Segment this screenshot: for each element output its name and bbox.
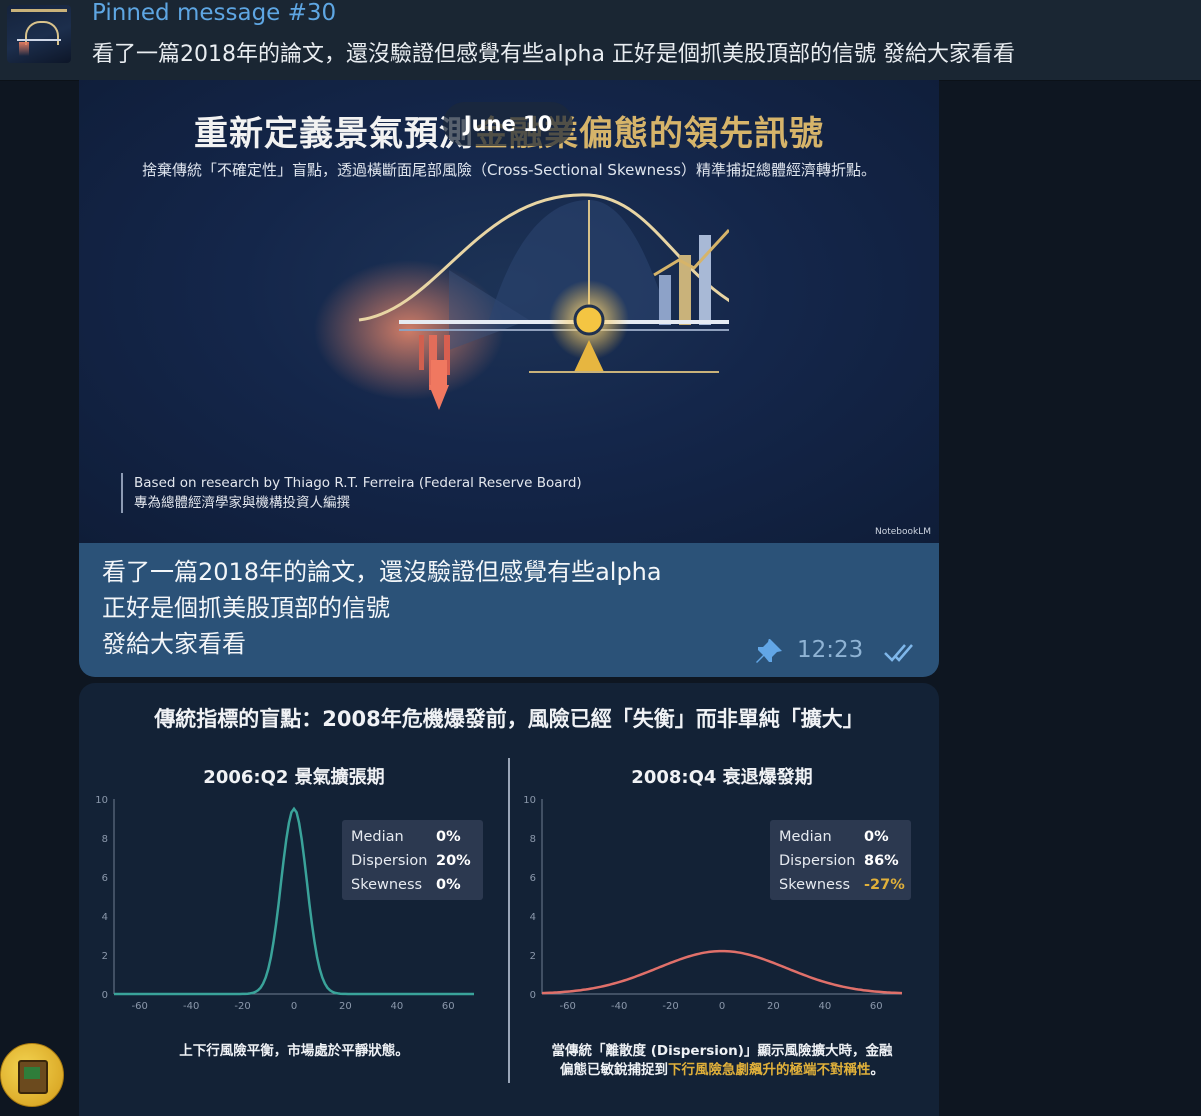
message-meta: 12:23 (755, 637, 925, 667)
stat-label: Median (779, 829, 832, 845)
panel-heading: 2008:Q4 衰退爆發期 (631, 766, 812, 788)
y-tick-label: 2 (530, 951, 536, 962)
y-tick-label: 10 (95, 795, 108, 806)
bell-curve-illustration (314, 193, 729, 410)
y-tick-label: 4 (102, 912, 108, 923)
stat-label: Median (351, 829, 404, 845)
panel-heading: 2006:Q2 景氣擴張期 (203, 766, 384, 788)
panel-note-2: 偏態已敏銳捕捉到下行風險急劇飆升的極端不對稱性。 (560, 1061, 884, 1078)
y-tick-label: 6 (530, 873, 536, 884)
distribution-charts: 2006:Q2 景氣擴張期0246810-60 -40 -20 0 20 40 60Medi… (95, 758, 911, 1083)
y-tick-label: 2 (102, 951, 108, 962)
pinned-message-bar[interactable]: Pinned message #30 看了一篇2018年的論文，還沒驗證但感覺有… (0, 0, 1201, 81)
x-tick-label: -40 (611, 1001, 627, 1012)
credit-line-2: 專為總體經濟學家與機構投資人編撰 (134, 495, 350, 511)
message-time: 12:23 (797, 637, 864, 663)
caption-line: 發給大家看看 (102, 630, 246, 658)
user-avatar[interactable] (0, 1043, 64, 1107)
x-tick-label: 40 (390, 1001, 403, 1012)
y-tick-label: 0 (530, 990, 536, 1001)
second-slide-image[interactable]: 傳統指標的盲點：2008年危機爆發前，風險已經「失衡」而非單純「擴大」 2006… (79, 683, 939, 1116)
slide2-title: 傳統指標的盲點：2008年危機爆發前，風險已經「失衡」而非單純「擴大」 (154, 707, 864, 731)
stat-value: 0% (436, 877, 461, 893)
y-tick-label: 6 (102, 873, 108, 884)
slide-subtitle: 捨棄傳統「不確定性」盲點，透過橫斷面尾部風險（Cross-Sectional S… (142, 161, 876, 179)
x-tick-label: 0 (719, 1001, 725, 1012)
slide-credit: Based on research by Thiago R.T. Ferreir… (121, 473, 582, 513)
stat-value: 20% (436, 853, 471, 869)
y-tick-label: 10 (523, 795, 536, 806)
pinned-title: Pinned message #30 (92, 0, 337, 26)
pin-icon (756, 639, 782, 663)
y-tick-label: 8 (102, 834, 108, 845)
y-tick-label: 8 (530, 834, 536, 845)
caption-line: 看了一篇2018年的論文，還沒驗證但感覺有些alpha (102, 558, 662, 586)
y-tick-label: 4 (530, 912, 536, 923)
pinned-text: 看了一篇2018年的論文，還沒驗證但感覺有些alpha 正好是個抓美股頂部的信號… (92, 42, 1015, 67)
x-tick-label: -60 (560, 1001, 576, 1012)
stat-value: 86% (864, 853, 899, 869)
stat-label: Skewness (351, 877, 422, 893)
x-tick-label: 40 (818, 1001, 831, 1012)
x-tick-label: -40 (183, 1001, 199, 1012)
x-tick-label: 60 (442, 1001, 455, 1012)
x-tick-label: 20 (339, 1001, 352, 1012)
stat-label: Dispersion (351, 853, 427, 869)
x-tick-label: 20 (767, 1001, 780, 1012)
notebooklm-watermark: NotebookLM (874, 527, 931, 537)
pinned-thumbnail (7, 5, 71, 63)
y-tick-label: 0 (102, 990, 108, 1001)
stat-label: Dispersion (779, 853, 855, 869)
stat-value: -27% (864, 877, 905, 893)
x-tick-label: -20 (662, 1001, 678, 1012)
x-tick-label: -20 (234, 1001, 250, 1012)
stat-value: 0% (436, 829, 461, 845)
caption-line: 正好是個抓美股頂部的信號 (102, 594, 390, 622)
panel-note: 當傳統「離散度 (Dispersion)」顯示風險擴大時，金融 (552, 1042, 893, 1059)
panel-note: 上下行風險平衡，市場處於平靜狀態。 (179, 1042, 409, 1059)
stat-label: Skewness (779, 877, 850, 893)
distribution-curve (541, 949, 903, 995)
credit-line-1: Based on research by Thiago R.T. Ferreir… (134, 475, 582, 491)
slide-image[interactable]: 重新定義景氣預測金融業偏態的領先訊號 捨棄傳統「不確定性」盲點，透過橫斷面尾部風… (79, 80, 939, 543)
read-checkmarks-icon (884, 644, 913, 662)
message-caption: 看了一篇2018年的論文，還沒驗證但感覺有些alpha 正好是個抓美股頂部的信號… (102, 554, 662, 662)
x-tick-label: 60 (870, 1001, 883, 1012)
message-bubble[interactable]: 重新定義景氣預測金融業偏態的領先訊號 捨棄傳統「不確定性」盲點，透過橫斷面尾部風… (79, 80, 939, 677)
date-badge: June 10 (443, 102, 573, 146)
x-tick-label: 0 (291, 1001, 297, 1012)
stat-value: 0% (864, 829, 889, 845)
x-tick-label: -60 (132, 1001, 148, 1012)
